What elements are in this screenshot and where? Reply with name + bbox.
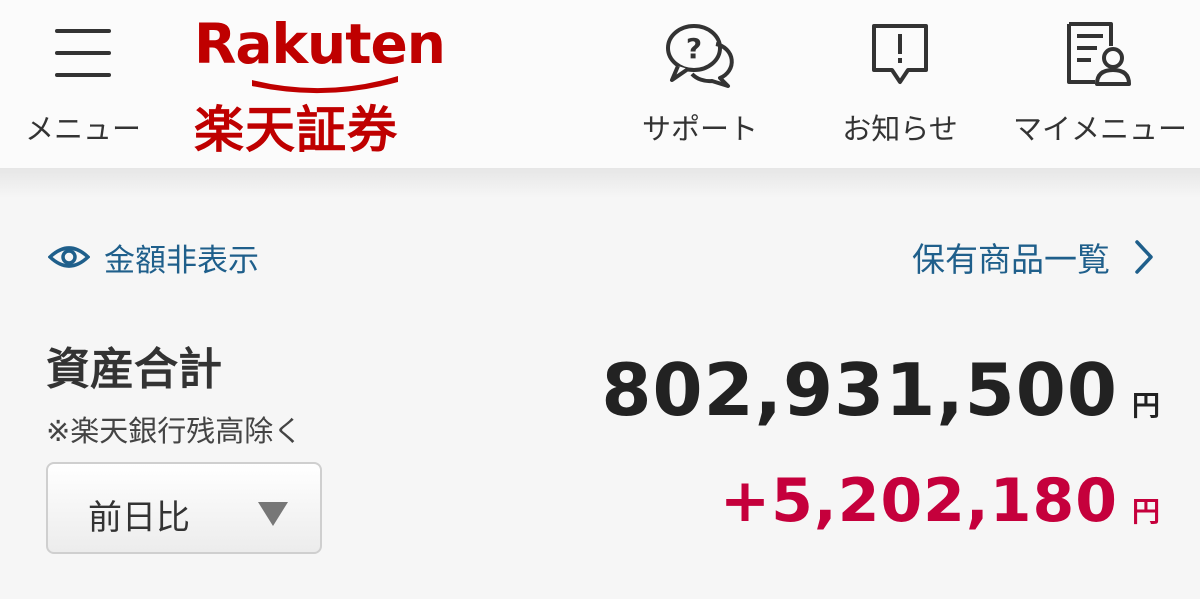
total-assets-amount: 802,931,500 円 bbox=[601, 348, 1160, 432]
menu-button[interactable]: メニュー bbox=[18, 0, 148, 160]
svg-text:?: ? bbox=[686, 32, 702, 65]
notices-label: お知らせ bbox=[842, 112, 958, 146]
comparison-period-value: 前日比 bbox=[88, 498, 190, 538]
holdings-list-link[interactable]: 保有商品一覧 bbox=[912, 232, 1154, 282]
eye-icon bbox=[48, 246, 90, 268]
daily-change-unit: 円 bbox=[1131, 495, 1160, 528]
menu-label: メニュー bbox=[24, 112, 141, 146]
exclamation-speech-icon bbox=[872, 24, 928, 84]
total-assets-title: 資産合計 bbox=[46, 344, 222, 395]
header-shadow bbox=[0, 168, 1200, 198]
logo-wordmark-jp: 楽天証券 bbox=[194, 101, 398, 159]
document-user-icon bbox=[1067, 22, 1131, 86]
my-menu-label: マイメニュー bbox=[1012, 112, 1187, 146]
notices-button[interactable]: お知らせ bbox=[830, 0, 970, 160]
support-label: サポート bbox=[641, 112, 758, 146]
support-button[interactable]: ? サポート bbox=[630, 0, 770, 160]
holdings-list-label: 保有商品一覧 bbox=[912, 240, 1110, 279]
rakuten-securities-logo[interactable]: Rakuten 楽天証券 bbox=[190, 12, 446, 159]
app-header: メニュー Rakuten 楽天証券 ? サポート お知らせ マイメニュー bbox=[0, 0, 1200, 168]
total-assets-unit: 円 bbox=[1131, 389, 1160, 422]
my-menu-button[interactable]: マイメニュー bbox=[1005, 0, 1195, 160]
chevron-right-icon bbox=[1135, 240, 1153, 274]
caret-down-icon bbox=[258, 502, 288, 526]
comparison-period-select[interactable]: 前日比 bbox=[46, 462, 322, 554]
logo-wordmark-en: Rakuten bbox=[194, 12, 446, 76]
total-assets-note: ※楽天銀行残高除く bbox=[46, 414, 303, 448]
hamburger-icon bbox=[55, 29, 111, 79]
daily-change-amount: +5,202,180 円 bbox=[720, 466, 1160, 536]
total-assets-value: 802,931,500 bbox=[601, 348, 1118, 432]
hide-amounts-toggle[interactable]: 金額非表示 bbox=[48, 232, 259, 282]
chat-question-icon: ? bbox=[666, 24, 734, 88]
hide-amounts-label: 金額非表示 bbox=[104, 242, 259, 279]
daily-change-value: +5,202,180 bbox=[719, 466, 1118, 536]
